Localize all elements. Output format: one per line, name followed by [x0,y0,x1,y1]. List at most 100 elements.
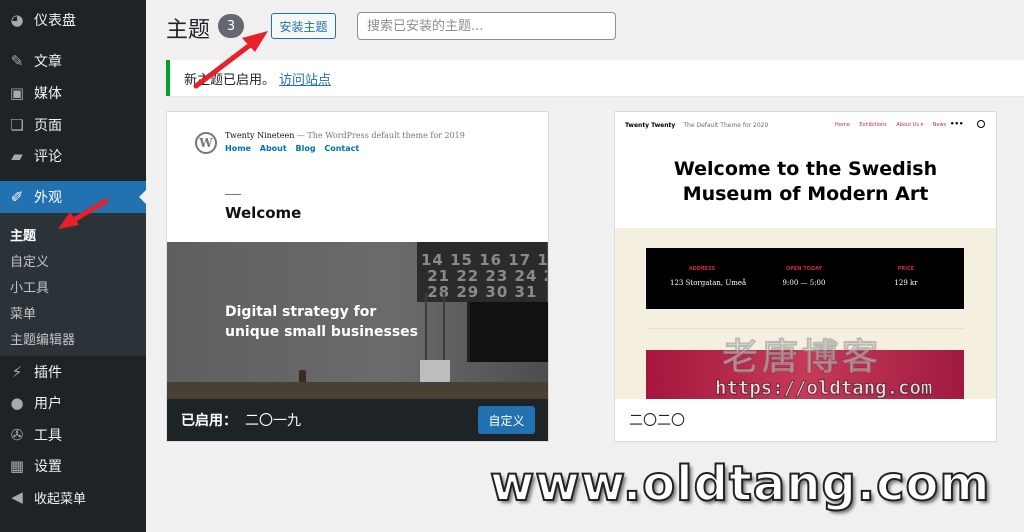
search-themes-input[interactable] [357,12,616,40]
customize-button[interactable]: 自定义 [478,406,535,434]
submenu-theme-editor[interactable]: 主题编辑器 [10,329,75,348]
hero-text: Digital strategy for unique small busine… [225,302,418,342]
nav-item: About [259,144,287,153]
theme-screenshot[interactable]: W Twenty Nineteen — The WordPress defaul… [167,112,548,399]
screenshot-site-title: Twenty Twenty The Default Theme for 2020 [625,122,768,129]
headline-line: Museum of Modern Art [682,183,929,205]
settings-icon: ▦ [9,457,25,475]
visit-site-link[interactable]: 访问站点 [279,69,331,88]
install-theme-button[interactable]: 安装主题 [271,13,336,39]
plugin-icon: ⚡ [11,363,23,381]
desk-decoration [167,382,548,399]
menu-label: 用户 [34,396,62,412]
active-theme-name: 二〇一九 [245,413,301,429]
price-column: PRICE 129 kr [874,266,938,287]
info-value: 9:00 — 5:00 [782,279,826,287]
menu-label: 插件 [34,365,62,381]
menu-item-comments[interactable]: ▰ 评论 [0,140,146,172]
menu-item-users[interactable]: ● 用户 [0,387,146,419]
menu-item-plugins[interactable]: ⚡ 插件 [0,356,146,388]
user-icon: ● [10,394,24,412]
submenu-themes[interactable]: 主题 [10,225,36,244]
tool-icon: ✇ [10,426,24,444]
menu-label: 文章 [34,54,62,70]
info-value: 129 kr [894,279,918,287]
wordpress-logo-icon: W [195,132,217,154]
menu-item-collapse[interactable]: ◀ 收起菜单 [0,481,146,513]
info-box: ADDRESS 123 Storgatan, Umeå OPEN TODAY 9… [646,248,964,309]
appearance-submenu: 主题 自定义 小工具 菜单 主题编辑器 [0,213,146,356]
watermark-large: www.oldtang.com [489,455,991,513]
notice-text: 新主题已启用。 [184,72,276,88]
nav-item: Home [225,144,251,153]
menu-label: 页面 [34,118,62,134]
page-title: 主题 [166,18,211,43]
menu-item-tools[interactable]: ✇ 工具 [0,419,146,451]
menu-label: 设置 [34,459,62,475]
nav-item: Contact [324,144,360,153]
site-description: The Default Theme for 2020 [683,122,769,129]
menu-item-appearance[interactable]: ✐ 外观 [0,181,146,213]
screenshot-header: W Twenty Nineteen — The WordPress defaul… [167,112,548,242]
collapse-icon: ◀ [11,488,23,506]
menu-label: 评论 [34,149,62,165]
screenshot-site-title: Twenty Nineteen — The WordPress default … [225,131,465,140]
menu-label: 工具 [34,428,62,444]
submenu-customize[interactable]: 自定义 [10,251,49,270]
watermark-url: https://oldtang.com [714,377,933,400]
appearance-icon: ✐ [10,188,24,206]
menu-label: 外观 [34,190,62,206]
site-title: Twenty Twenty [625,122,676,129]
theme-activated-notice: 新主题已启用。 访问站点 [166,60,1024,96]
nav-item: News [932,122,947,128]
page-icon: ❏ [10,116,24,134]
admin-sidebar: ◕ 仪表盘 ✎ 文章 ▣ 媒体 ❏ 页面 ▰ 评论 ✐ 外观 主题 自定义 小工… [0,0,147,532]
submenu-widgets[interactable]: 小工具 [10,277,49,296]
nav-item: Blog [295,144,316,153]
menu-item-posts[interactable]: ✎ 文章 [0,45,146,77]
media-icon: ▣ [9,84,25,102]
plant-decoration [425,292,445,364]
active-menu-pointer [139,189,147,205]
screenshot-headline: Welcome to the Swedish Museum of Modern … [615,157,996,207]
pot-decoration [420,360,450,384]
menu-label: 媒体 [34,86,62,102]
nav-item: Home [835,122,850,128]
hero-line: Digital strategy for [225,304,377,320]
pin-icon: ✎ [10,52,24,70]
submenu-menus[interactable]: 菜单 [10,303,36,322]
dashboard-icon: ◕ [10,11,24,29]
screenshot-nav: Home Exhibitions About Us ▾ News [835,122,954,128]
comment-icon: ▰ [11,147,23,165]
screenshot-header: Twenty Twenty The Default Theme for 2020… [615,112,996,228]
screenshot-welcome: Welcome [225,204,302,222]
menu-item-media[interactable]: ▣ 媒体 [0,77,146,109]
menu-item-pages[interactable]: ❏ 页面 [0,109,146,141]
address-column: ADDRESS 123 Storgatan, Umeå [670,266,747,287]
headline-line: Welcome to the Swedish [673,158,938,180]
theme-card-active[interactable]: W Twenty Nineteen — The WordPress defaul… [166,111,549,442]
hero-line: unique small businesses [225,324,419,340]
info-label: PRICE [897,266,915,272]
search-icon [977,120,985,128]
nav-item: Exhibitions [859,122,887,128]
nav-item: About Us ▾ [896,122,924,128]
menu-label: 仪表盘 [34,13,76,29]
site-description: — The WordPress default theme for 2019 [296,131,465,140]
monitor-decoration [467,302,548,362]
active-label: 已启用： [181,413,237,429]
theme-name: 二〇二〇 [615,399,996,441]
theme-count-badge: 3 [218,14,244,38]
site-title: Twenty Nineteen [225,131,295,140]
menu-item-dashboard[interactable]: ◕ 仪表盘 [0,4,146,36]
screenshot-hero-image: 14 15 16 17 18 21 22 23 24 25 28 29 30 3… [167,242,548,399]
hours-column: OPEN TODAY 9:00 — 5:00 [772,266,836,287]
menu-dots-icon: ••• [950,120,964,128]
info-label: OPEN TODAY [785,266,823,272]
screenshot-nav: Home About Blog Contact [225,144,365,153]
menu-item-settings[interactable]: ▦ 设置 [0,450,146,482]
info-value: 123 Storgatan, Umeå [670,279,747,287]
divider [225,194,241,195]
watermark-chinese: 老唐博客 [721,337,883,379]
menu-label: 收起菜单 [34,491,87,507]
